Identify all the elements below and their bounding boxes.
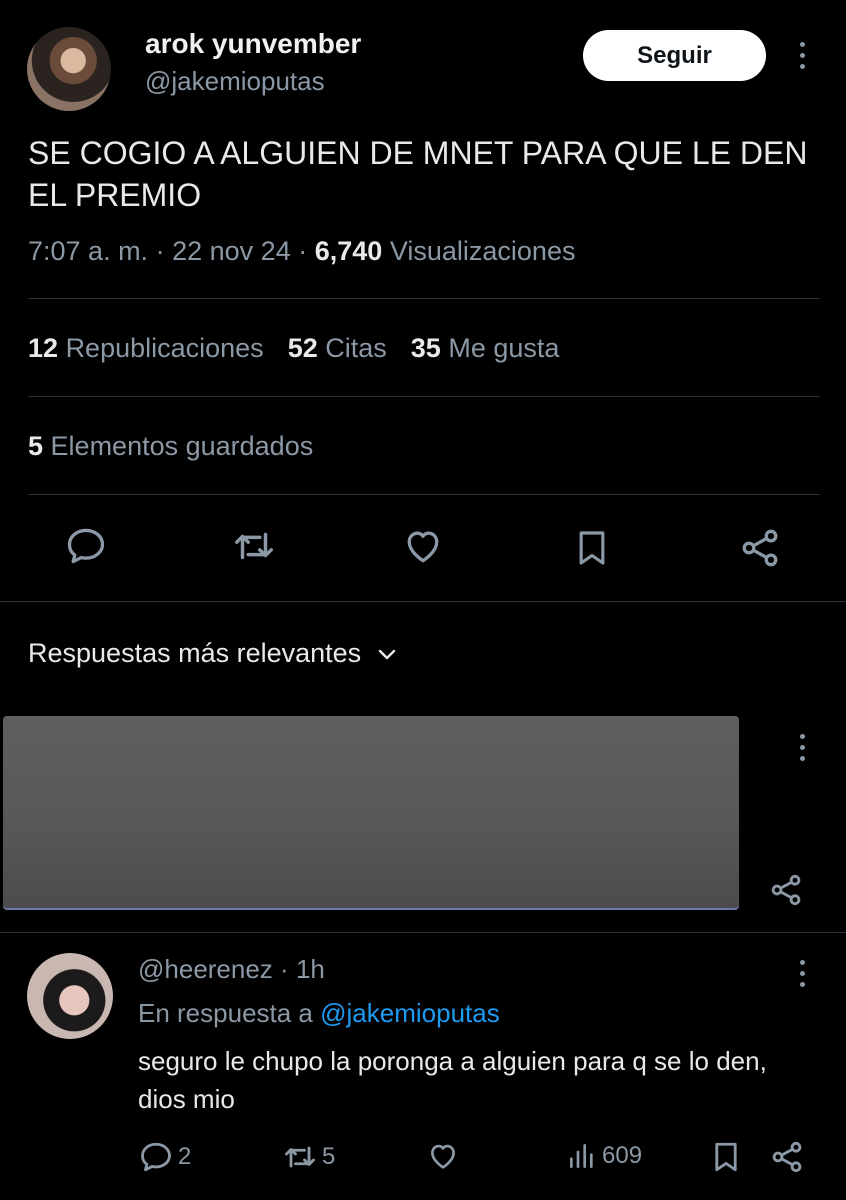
replies-sort-dropdown[interactable]: Respuestas más relevantes xyxy=(28,638,399,669)
tweet-text: SE COGIO A ALGUIEN DE MNET PARA QUE LE D… xyxy=(28,135,808,213)
reply-repost-button[interactable]: 5 xyxy=(282,1139,335,1175)
reply-header: @heerenez · 1h xyxy=(138,954,325,985)
chevron-down-icon xyxy=(378,649,396,659)
meta-separator: · xyxy=(155,236,165,266)
more-options-icon[interactable] xyxy=(798,42,806,69)
reply-reply-button[interactable]: 2 xyxy=(138,1139,191,1175)
views-count: 6,740 xyxy=(314,236,383,266)
bookmarks-count: 5 xyxy=(28,431,44,461)
like-icon[interactable] xyxy=(399,522,447,570)
reposts-label: Republicaciones xyxy=(65,333,264,363)
reply-views-button[interactable]: 609 xyxy=(566,1139,642,1173)
quotes-stat[interactable]: 52 Citas xyxy=(288,333,387,363)
views-label: Visualizaciones xyxy=(389,236,576,266)
more-options-icon[interactable] xyxy=(798,734,806,761)
reply-icon[interactable] xyxy=(62,522,110,570)
more-options-icon[interactable] xyxy=(798,960,806,987)
author-avatar[interactable] xyxy=(27,27,111,111)
reply-handle[interactable]: @heerenez xyxy=(138,954,273,984)
quotes-label: Citas xyxy=(325,333,387,363)
divider xyxy=(0,601,846,602)
share-icon[interactable] xyxy=(764,868,808,912)
divider xyxy=(0,932,846,933)
likes-count: 35 xyxy=(410,333,441,363)
reply-author-avatar[interactable] xyxy=(27,953,113,1039)
tweet-meta: 7:07 a. m. · 22 nov 24 · 6,740 Visualiza… xyxy=(28,236,575,267)
reply-icon xyxy=(141,1142,171,1172)
meta-separator: · xyxy=(298,236,308,266)
quotes-count: 52 xyxy=(287,333,318,363)
bookmarks-stat[interactable]: 5 Elementos guardados xyxy=(28,431,313,462)
repost-icon[interactable] xyxy=(230,522,278,570)
reply-time[interactable]: 1h xyxy=(296,954,325,984)
bookmark-icon[interactable] xyxy=(706,1136,746,1178)
meta-separator: · xyxy=(280,954,289,984)
views-icon xyxy=(570,1144,593,1168)
reposts-count: 12 xyxy=(28,333,59,363)
in-reply-to: En respuesta a @jakemioputas xyxy=(138,998,500,1029)
repost-icon xyxy=(285,1146,315,1168)
engagement-stats: 12 Republicaciones 52 Citas 35 Me gusta xyxy=(28,333,559,364)
tweet-date[interactable]: 22 nov 24 xyxy=(172,236,291,266)
reply-reply-count: 2 xyxy=(178,1143,192,1170)
replies-sort-label: Respuestas más relevantes xyxy=(28,638,362,668)
bookmark-icon[interactable] xyxy=(568,524,616,572)
like-icon xyxy=(431,1144,455,1169)
bookmarks-label: Elementos guardados xyxy=(50,431,314,461)
reply-text: seguro le chupo la poronga a alguien par… xyxy=(138,1046,767,1114)
reposts-stat[interactable]: 12 Republicaciones xyxy=(28,333,264,363)
divider xyxy=(28,298,820,299)
in-reply-handle-link[interactable]: @jakemioputas xyxy=(320,998,500,1028)
share-icon[interactable] xyxy=(766,1136,808,1178)
reply-repost-count: 5 xyxy=(322,1143,336,1170)
tweet-time[interactable]: 7:07 a. m. xyxy=(28,236,148,266)
likes-stat[interactable]: 35 Me gusta xyxy=(411,333,560,363)
author-handle[interactable]: @jakemioputas xyxy=(145,66,325,97)
reply-views-count: 609 xyxy=(602,1142,643,1169)
in-reply-prefix: En respuesta a xyxy=(138,998,313,1028)
reply-like-button[interactable] xyxy=(426,1139,460,1173)
redacted-reply xyxy=(3,716,739,908)
author-display-name[interactable]: arok yunvember xyxy=(145,28,361,60)
divider xyxy=(28,494,820,495)
share-icon[interactable] xyxy=(736,524,784,572)
likes-label: Me gusta xyxy=(448,333,560,363)
follow-button[interactable]: Seguir xyxy=(583,30,766,81)
divider xyxy=(28,396,820,397)
